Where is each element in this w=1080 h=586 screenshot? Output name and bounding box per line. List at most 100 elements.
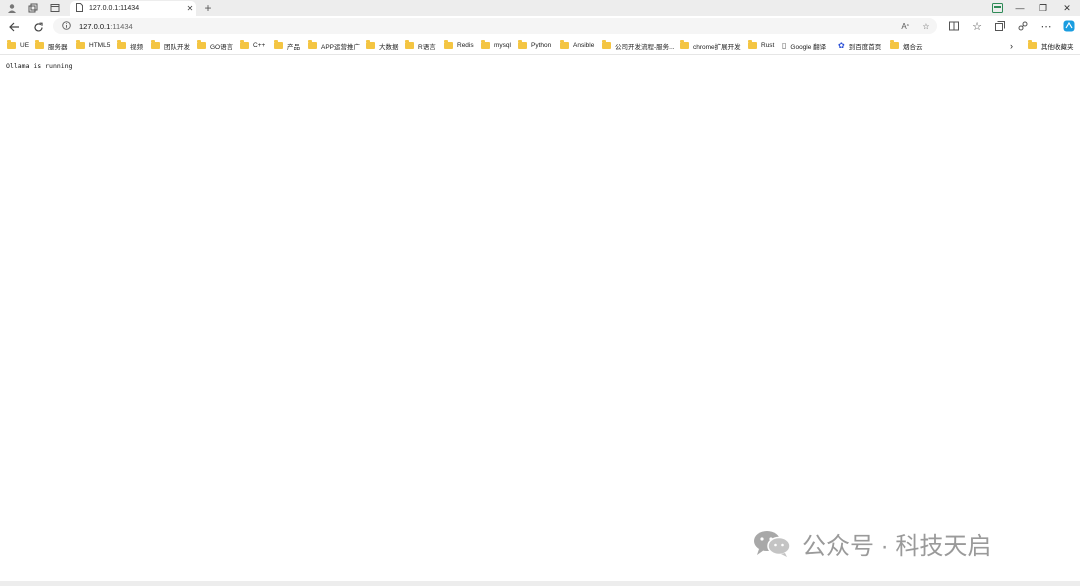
restore-button[interactable]: ❐ <box>1032 0 1054 16</box>
extensions-icon[interactable] <box>1015 18 1031 34</box>
bookmark-item[interactable]: Rust <box>748 40 774 51</box>
bookmark-label: Ansible <box>573 42 595 49</box>
folder-icon <box>76 40 85 49</box>
bookmark-item[interactable]: Python <box>518 40 551 51</box>
folder-icon <box>197 40 206 49</box>
bookmark-item[interactable]: C++ <box>240 40 265 51</box>
folder-icon <box>366 40 375 49</box>
bookmark-item[interactable]: Ansible <box>560 40 594 51</box>
bookmark-label: chrome扩展开发 <box>693 43 741 51</box>
folder-icon <box>1028 40 1037 49</box>
folder-icon <box>35 40 44 49</box>
bookmark-label: C++ <box>253 42 266 49</box>
bookmark-label: HTML5 <box>89 42 111 49</box>
folder-icon <box>602 40 611 49</box>
bookmark-label: 到百度首页 <box>848 43 882 51</box>
folder-icon <box>444 40 453 49</box>
watermark-text: 公众号 · 科技天启 <box>802 532 992 560</box>
bookmark-item[interactable]: 视频 <box>117 40 143 51</box>
folder-icon <box>151 40 160 49</box>
bookmark-label: 团队开发 <box>164 43 190 51</box>
close-tab-icon[interactable]: ✕ <box>184 4 196 13</box>
url-host: 127.0.0.1 <box>79 21 111 31</box>
bookmark-label: Redis <box>457 42 474 49</box>
url-text: 127.0.0.1:11434 <box>79 22 133 31</box>
window-extension-icon[interactable] <box>986 0 1008 16</box>
tab-actions-icon[interactable] <box>44 0 66 16</box>
page-icon: ▯ <box>782 41 787 50</box>
bookmark-item[interactable]: mysql <box>481 40 511 51</box>
bookmark-item[interactable]: 烟合云 <box>890 40 923 51</box>
folder-icon <box>481 40 490 49</box>
watermark: 公众号 · 科技天启 <box>752 528 992 560</box>
back-arrow-icon[interactable] <box>6 19 22 35</box>
bookmark-item[interactable]: 服务器 <box>35 40 68 51</box>
other-bookmarks-folder[interactable]: 其他收藏夹 <box>1028 40 1074 51</box>
read-aloud-icon[interactable]: Aᵃ <box>898 20 912 32</box>
folder-icon <box>7 40 16 49</box>
close-window-button[interactable]: ✕ <box>1056 0 1078 16</box>
bookmark-label: 产品 <box>287 43 300 51</box>
other-bookmarks-label: 其他收藏夹 <box>1041 43 1074 51</box>
folder-icon <box>680 40 689 49</box>
profile-icon[interactable] <box>1 0 23 16</box>
bookmark-label: Python <box>531 42 552 49</box>
folder-icon <box>890 40 899 49</box>
bookmark-label: APP运营推广 <box>321 43 361 51</box>
bookmark-item[interactable]: 团队开发 <box>151 40 190 51</box>
favorite-star-icon[interactable]: ☆ <box>919 20 933 32</box>
folder-icon <box>748 40 757 49</box>
bookmarks-bar: UE 服务器 HTML5 视频 团队开发 GO语言 C++ 产品 APP运营推广 大数据 R语言 Re… <box>0 37 1080 55</box>
bookmarks-overflow-chevron-icon[interactable]: › <box>1010 40 1013 51</box>
folder-icon <box>240 40 249 49</box>
bookmark-item[interactable]: Redis <box>444 40 474 51</box>
address-bar[interactable]: 127.0.0.1:11434 <box>53 18 937 34</box>
tab-strip: 127.0.0.1:11434 ✕ + — ❐ ✕ <box>0 0 1080 16</box>
folder-icon <box>308 40 317 49</box>
window-bottom-edge <box>0 581 1080 586</box>
bookmark-item[interactable]: UE <box>7 40 29 51</box>
bookmark-label: 大数据 <box>379 43 399 51</box>
bookmark-item[interactable]: 大数据 <box>366 40 399 51</box>
bookmark-item[interactable]: ✿ 到百度首页 <box>838 40 881 51</box>
bookmark-item[interactable]: chrome扩展开发 <box>680 40 741 51</box>
site-info-icon[interactable] <box>59 20 73 32</box>
folder-icon <box>518 40 527 49</box>
bookmark-item[interactable]: 公司开发流程-服务... <box>602 40 675 51</box>
bookmark-label: GO语言 <box>210 43 234 51</box>
more-options-icon[interactable]: ⋯ <box>1038 18 1054 34</box>
bookmark-item[interactable]: GO语言 <box>197 40 233 51</box>
bookmark-label: R语言 <box>418 43 436 51</box>
folder-icon <box>560 40 569 49</box>
page-content: Ollama is running <box>0 55 1080 581</box>
status-text: Ollama is running <box>6 62 73 70</box>
bookmark-item[interactable]: ▯ Google 翻译 <box>782 40 826 51</box>
bookmark-label: UE <box>20 42 30 49</box>
active-tab[interactable]: 127.0.0.1:11434 ✕ <box>70 1 196 16</box>
folder-icon <box>405 40 414 49</box>
favorites-icon[interactable]: ☆ <box>969 18 985 34</box>
url-port: :11434 <box>110 21 133 31</box>
bookmark-label: Google 翻译 <box>790 43 827 51</box>
folder-icon <box>117 40 126 49</box>
bookmark-label: mysql <box>494 42 511 49</box>
page-icon <box>75 3 84 14</box>
refresh-icon[interactable] <box>30 19 46 35</box>
baidu-icon: ✿ <box>838 41 845 50</box>
folder-icon <box>274 40 283 49</box>
collections-icon[interactable] <box>992 18 1008 34</box>
new-tab-button[interactable]: + <box>201 1 215 15</box>
bookmark-label: 公司开发流程-服务... <box>615 43 675 51</box>
bookmark-label: Rust <box>761 42 775 49</box>
bookmark-label: 服务器 <box>48 43 68 51</box>
bookmark-item[interactable]: APP运营推广 <box>308 40 360 51</box>
workspaces-icon[interactable] <box>22 0 44 16</box>
split-screen-icon[interactable] <box>946 18 962 34</box>
bookmark-label: 烟合云 <box>903 43 923 51</box>
copilot-icon[interactable] <box>1061 18 1077 34</box>
bookmark-item[interactable]: 产品 <box>274 40 300 51</box>
minimize-button[interactable]: — <box>1009 0 1031 16</box>
wechat-icon <box>752 528 792 558</box>
bookmark-item[interactable]: R语言 <box>405 40 436 51</box>
bookmark-item[interactable]: HTML5 <box>76 40 110 51</box>
